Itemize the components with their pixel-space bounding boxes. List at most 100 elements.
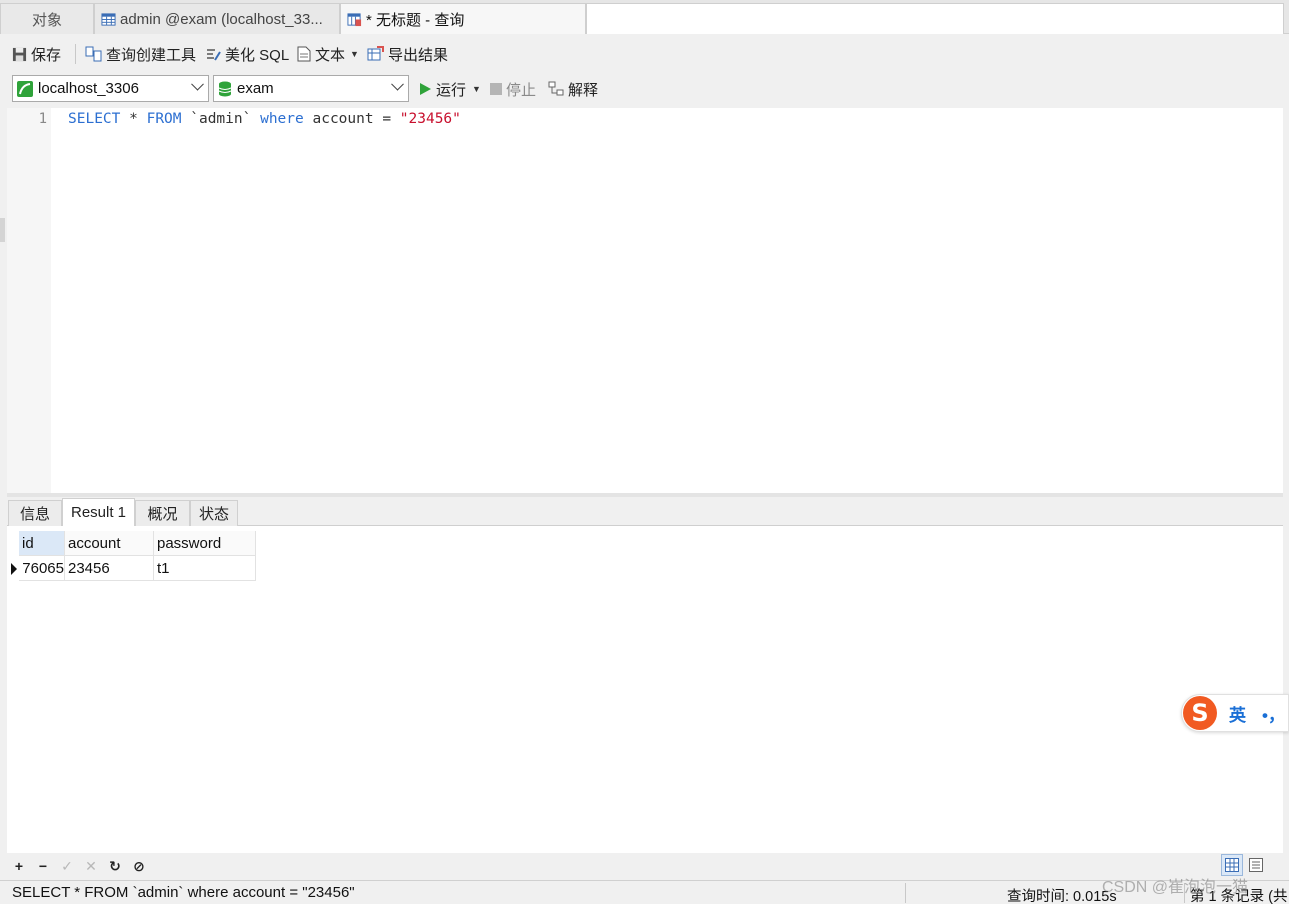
database-value: exam <box>237 80 274 97</box>
ime-mode[interactable]: 英 <box>1229 701 1246 726</box>
line-number: 1 <box>38 111 47 127</box>
beautify-icon <box>207 49 221 61</box>
explain-button[interactable]: 解释 <box>548 78 598 100</box>
stop-button[interactable]: 停止 <box>490 78 536 100</box>
cell-id[interactable]: 76065 <box>19 556 65 581</box>
token-star: * <box>120 111 147 127</box>
run-button[interactable]: 运行 ▼ <box>419 78 481 100</box>
tab-untitled-query[interactable]: * 无标题 - 查询 <box>340 3 586 34</box>
side-panel-handle[interactable] <box>0 218 5 242</box>
stop-label: 停止 <box>506 81 537 99</box>
text-file-icon <box>297 46 311 62</box>
sql-code-line[interactable]: SELECT * FROM `admin` where account = "2… <box>68 111 461 127</box>
chevron-down-icon <box>191 77 204 91</box>
tab-query-label: * 无标题 - 查询 <box>366 11 465 29</box>
connection-toolbar: localhost_3306 exam 运行 ▼ 停止 解释 <box>0 72 1289 108</box>
minus-icon: − <box>38 858 48 874</box>
chevron-down-icon: ▼ <box>472 84 481 94</box>
save-label: 保存 <box>31 46 62 64</box>
mysql-connection-icon <box>17 80 33 97</box>
text-dropdown-button[interactable]: 文本 ▼ <box>297 43 359 65</box>
run-label: 运行 <box>436 81 467 99</box>
tab-objects[interactable]: 对象 <box>0 3 94 34</box>
table-icon <box>101 12 116 26</box>
tab-info[interactable]: 信息 <box>8 500 62 526</box>
tab-status-label: 状态 <box>198 506 229 523</box>
status-query-time: 查询时间: 0.015s <box>1007 889 1117 904</box>
keyword-where: where <box>260 111 304 127</box>
query-builder-label: 查询创建工具 <box>106 46 197 64</box>
token-table: `admin` <box>181 111 261 127</box>
grid-action-bar: + − ✓ ✕ ↻ ⊘ <box>7 853 1283 880</box>
grid-view-icon <box>1225 858 1239 872</box>
tab-bar: 对象 admin @exam (localhost_33... * 无标题 - … <box>0 0 1289 34</box>
tab-status[interactable]: 状态 <box>190 500 238 526</box>
keyword-from: FROM <box>146 111 182 127</box>
tab-objects-label: 对象 <box>31 11 62 29</box>
query-icon <box>347 12 362 26</box>
chevron-down-icon: ▼ <box>350 49 359 59</box>
save-icon <box>12 47 27 61</box>
status-bar: SELECT * FROM `admin` where account = "2… <box>0 880 1289 904</box>
stop-refresh-button[interactable]: ⊘ <box>131 858 147 874</box>
database-select[interactable]: exam <box>213 75 409 102</box>
result-grid-area: id account password 76065 23456 t1 <box>7 526 1283 853</box>
tab-admin-label: admin @exam (localhost_33... <box>120 10 323 28</box>
keyword-select: SELECT <box>68 111 121 127</box>
export-icon <box>367 46 384 61</box>
line-number-gutter: 1 <box>7 108 51 493</box>
tab-result-1[interactable]: Result 1 <box>62 498 135 526</box>
discard-changes-button[interactable]: ✕ <box>83 858 99 874</box>
navicat-query-window: 对象 admin @exam (localhost_33... * 无标题 - … <box>0 0 1289 904</box>
cancel-icon: ⊘ <box>133 857 145 874</box>
apply-changes-button[interactable]: ✓ <box>59 858 75 874</box>
column-header-password[interactable]: password <box>154 531 256 556</box>
close-icon: ✕ <box>85 857 97 874</box>
tab-bar-empty <box>586 3 1284 34</box>
stop-icon <box>490 83 502 95</box>
add-record-button[interactable]: + <box>11 858 27 874</box>
status-divider <box>905 883 906 903</box>
connection-select[interactable]: localhost_3306 <box>12 75 209 102</box>
grid-header-row: id account password <box>7 531 256 556</box>
sql-editor[interactable]: 1 SELECT * FROM `admin` where account = … <box>7 108 1283 493</box>
ime-toolbar[interactable]: S 英 •， <box>1181 694 1289 732</box>
toolbar-separator <box>75 44 76 64</box>
column-header-account[interactable]: account <box>65 531 154 556</box>
query-builder-button[interactable]: 查询创建工具 <box>85 43 196 65</box>
tab-info-label: 信息 <box>19 506 50 523</box>
result-tabs: 信息 Result 1 概况 状态 <box>7 497 1283 526</box>
current-row-marker-icon <box>11 563 17 575</box>
cell-password[interactable]: t1 <box>154 556 256 581</box>
tab-admin-table[interactable]: admin @exam (localhost_33... <box>94 3 340 34</box>
query-toolbar: 保存 查询创建工具 美化 SQL 文本 ▼ 导出结果 <box>0 34 1289 72</box>
token-column: account = <box>303 111 400 127</box>
form-view-button[interactable] <box>1245 854 1267 876</box>
status-sql-text: SELECT * FROM `admin` where account = "2… <box>12 884 355 901</box>
delete-record-button[interactable]: − <box>35 858 51 874</box>
sogou-logo-icon: S <box>1183 696 1217 730</box>
check-icon: ✓ <box>61 857 73 874</box>
beautify-sql-button[interactable]: 美化 SQL <box>205 43 289 65</box>
watermark: CSDN @崔泡泡一猫 <box>1102 879 1249 896</box>
beautify-label: 美化 SQL <box>225 46 290 64</box>
text-label: 文本 <box>315 46 346 64</box>
database-icon <box>218 81 232 96</box>
column-header-id[interactable]: id <box>19 531 65 556</box>
tab-overview[interactable]: 概况 <box>135 500 190 526</box>
explain-label: 解释 <box>568 81 599 99</box>
string-literal: "23456" <box>399 111 461 127</box>
export-results-button[interactable]: 导出结果 <box>367 43 448 65</box>
refresh-icon: ↻ <box>109 857 121 874</box>
cell-account[interactable]: 23456 <box>65 556 154 581</box>
table-row[interactable]: 76065 23456 t1 <box>7 556 256 581</box>
save-button[interactable]: 保存 <box>12 43 61 65</box>
tab-overview-label: 概况 <box>147 506 178 523</box>
tab-result-label: Result 1 <box>70 504 127 521</box>
chevron-down-icon <box>391 77 404 91</box>
connection-value: localhost_3306 <box>38 80 139 97</box>
explain-icon <box>548 81 564 96</box>
export-label: 导出结果 <box>388 46 449 64</box>
refresh-button[interactable]: ↻ <box>107 858 123 874</box>
ime-punctuation[interactable]: •， <box>1262 701 1285 726</box>
